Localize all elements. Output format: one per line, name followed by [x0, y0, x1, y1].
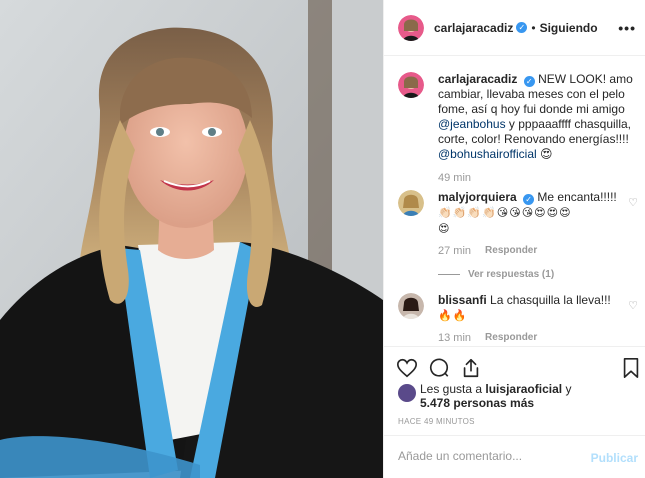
reply-button[interactable]: Responder — [485, 332, 537, 344]
post-time-ago[interactable]: HACE 49 MINUTOS — [398, 417, 475, 426]
author-username[interactable]: carlajaracadiz — [434, 21, 513, 35]
comment-bubble-icon[interactable] — [428, 357, 450, 379]
view-replies-button[interactable]: Ver respuestas (1) — [438, 269, 638, 280]
commenter-avatar[interactable] — [398, 293, 424, 319]
comment-username[interactable]: malyjorquiera — [438, 190, 517, 204]
like-comment-heart-icon[interactable]: ♡ — [628, 299, 638, 312]
view-replies-label: Ver respuestas (1) — [468, 269, 555, 280]
caption-username[interactable]: carlajaracadiz — [438, 72, 517, 86]
reply-button[interactable]: Responder — [485, 245, 537, 257]
caption-item: carlajaracadiz ✓ NEW LOOK! amo cambiar, … — [398, 72, 638, 184]
likes-count[interactable]: 5.478 personas más — [420, 396, 534, 410]
replies-divider — [438, 273, 460, 275]
share-upload-icon[interactable] — [460, 357, 482, 379]
liker-username[interactable]: luisjaraoficial — [485, 382, 562, 396]
add-comment-bar: Publicar — [384, 435, 645, 478]
comment-time[interactable]: 27 min — [438, 245, 471, 257]
caption-author-avatar[interactable] — [398, 72, 424, 98]
comment-text: blissanfi La chasquilla la lleva!!! 🔥🔥 — [438, 293, 638, 324]
post-photo[interactable] — [0, 0, 383, 478]
post-header: carlajaracadiz ✓ • Siguiendo ••• — [384, 0, 645, 56]
comment-body: La chasquilla la lleva!!! — [490, 293, 611, 307]
publish-button[interactable]: Publicar — [591, 451, 638, 465]
caption-meta: 49 min — [438, 172, 638, 184]
comment-emoji-line: 👏🏻👏🏻👏🏻👏🏻😘😘😘😍😍😍 — [438, 207, 572, 219]
comment-emoji-line: 😍 — [438, 223, 451, 235]
comment-time[interactable]: 13 min — [438, 332, 471, 344]
bookmark-icon[interactable] — [620, 357, 642, 379]
following-button[interactable]: Siguiendo — [540, 21, 598, 35]
comment-input[interactable] — [398, 449, 578, 463]
caption-text: carlajaracadiz ✓ NEW LOOK! amo cambiar, … — [438, 72, 638, 162]
caption-verified-icon: ✓ — [523, 76, 535, 87]
like-comment-heart-icon[interactable]: ♡ — [628, 196, 638, 209]
caption-time[interactable]: 49 min — [438, 172, 471, 184]
like-heart-icon[interactable] — [396, 357, 418, 379]
liker-avatar[interactable] — [398, 384, 416, 402]
comment-text: malyjorquiera ✓ Me encanta!!!!! 👏🏻👏🏻👏🏻👏🏻… — [438, 190, 638, 237]
verified-badge-icon: ✓ — [516, 22, 528, 33]
likes-conj: y — [565, 382, 572, 396]
likes-prefix: Les gusta a — [420, 382, 483, 396]
comment-verified-icon: ✓ — [523, 194, 535, 205]
caption-emoji: 😍 — [540, 147, 553, 161]
comment-body: Me encanta!!!!! — [537, 190, 617, 204]
post-side-panel: carlajaracadiz ✓ • Siguiendo ••• carlaja… — [383, 0, 645, 478]
comment-emoji-line: 🔥🔥 — [438, 310, 468, 322]
comment-meta: 27 min Responder — [438, 245, 638, 257]
comment-username[interactable]: blissanfi — [438, 293, 487, 307]
likes-text: Les gusta a luisjaraoficial y 5.478 pers… — [420, 382, 638, 410]
likes-summary[interactable]: Les gusta a luisjaraoficial y 5.478 pers… — [398, 382, 638, 416]
comments-list[interactable]: carlajaracadiz ✓ NEW LOOK! amo cambiar, … — [384, 57, 645, 345]
author-avatar[interactable] — [398, 14, 424, 41]
post-actions — [384, 346, 645, 386]
comment-item: blissanfi La chasquilla la lleva!!! 🔥🔥 ♡… — [398, 293, 638, 344]
comment-meta: 13 min Responder — [438, 332, 638, 344]
mention-link[interactable]: @jeanbohus — [438, 117, 506, 131]
more-options-icon[interactable]: ••• — [618, 20, 636, 36]
woman-portrait-image — [0, 0, 383, 478]
comment-item: malyjorquiera ✓ Me encanta!!!!! 👏🏻👏🏻👏🏻👏🏻… — [398, 190, 638, 280]
commenter-avatar[interactable] — [398, 190, 424, 216]
mention-link[interactable]: @bohushairofficial — [438, 147, 537, 161]
header-separator: • — [531, 20, 536, 35]
